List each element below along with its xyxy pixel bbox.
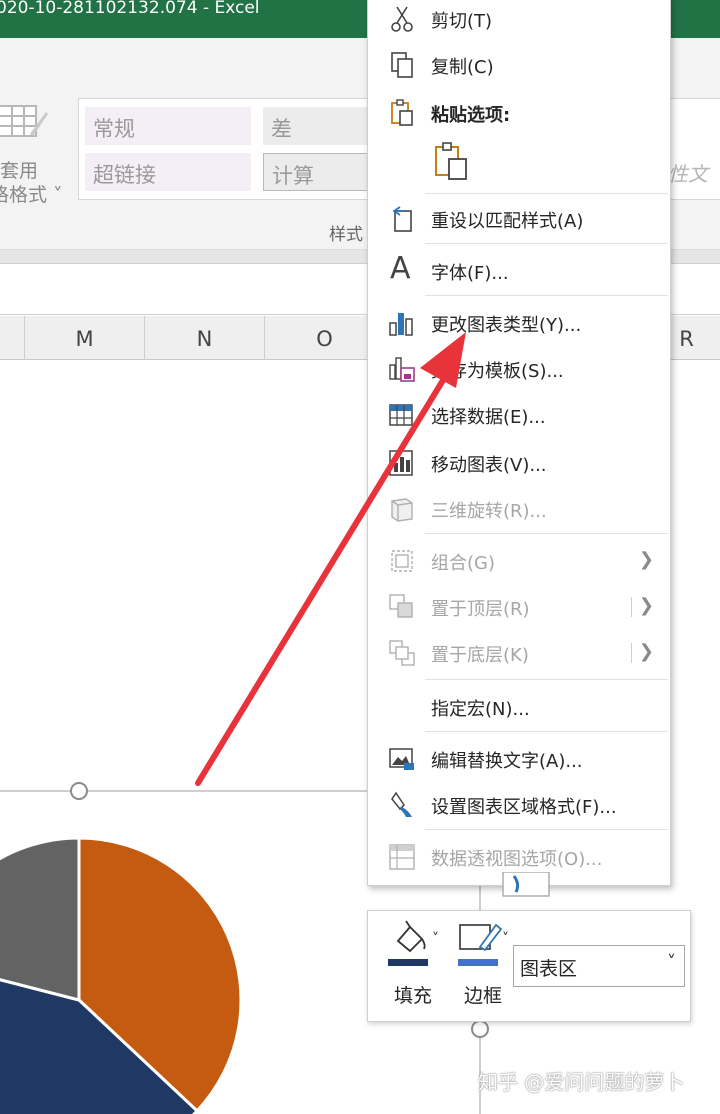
split-divider (631, 597, 632, 617)
menu-separator (425, 731, 668, 732)
menu-item-label: 粘贴选项: (431, 105, 511, 126)
window-title: 020-10-281102132.074 - Excel (0, 0, 260, 18)
menu-item-cut[interactable]: 剪切(T) (368, 0, 670, 41)
menu-item-label: 组合(G) (431, 553, 495, 574)
menu-separator (425, 243, 668, 244)
style-bad[interactable]: 差 (263, 107, 379, 145)
submenu-chevron-icon: ❯ (638, 595, 654, 616)
save-template-icon (389, 357, 415, 382)
menu-item-label: 剪切(T) (431, 11, 493, 32)
menu-item-bring-front[interactable]: 置于顶层(R) ❯ (368, 585, 670, 629)
menu-item-move-chart[interactable]: 移动图表(V)... (368, 441, 670, 485)
send-back-icon (389, 640, 415, 666)
bring-front-icon (389, 594, 413, 618)
chart-element-select[interactable]: 图表区 ˅ (513, 945, 685, 987)
menu-item-edit-alt-text[interactable]: 编辑替换文字(A)... (368, 737, 670, 781)
chart-resize-handle-right[interactable] (471, 1020, 489, 1038)
scissors-icon (391, 6, 413, 32)
menu-item-label: 置于底层(K) (431, 645, 529, 666)
menu-item-3d-rotation[interactable]: 三维旋转(R)... (368, 487, 670, 531)
3d-rotation-icon (391, 498, 413, 522)
menu-item-format-chart-area[interactable]: 设置图表区域格式(F)... (368, 783, 670, 827)
menu-item-label: 指定宏(N)... (431, 699, 530, 720)
table-format-label-2[interactable]: 格格式 ˅ (0, 180, 63, 207)
menu-item-label: 选择数据(E)... (431, 407, 546, 428)
format-mini-toolbar: ˅ 填充 ˅ 边框 图表区 ˅ (367, 910, 691, 1022)
chart-type-icon (389, 313, 413, 336)
menu-item-assign-macro[interactable]: 指定宏(N)... (368, 685, 670, 729)
menu-item-label: 重设以匹配样式(A) (431, 211, 584, 232)
column-header-o[interactable]: O (264, 316, 384, 360)
format-as-table-icon[interactable] (0, 104, 48, 140)
menu-item-label: 数据透视图选项(O)... (431, 849, 603, 870)
copy-icon (391, 52, 413, 78)
menu-item-label: 移动图表(V)... (431, 455, 547, 476)
menu-item-label: 另存为模板(S)... (431, 361, 564, 382)
table-format-label[interactable]: 套用 (0, 156, 38, 183)
chevron-down-icon: ˅ (667, 952, 676, 973)
fill-button[interactable]: ˅ 填充 (388, 919, 450, 1015)
cell-styles-gallery: 常规 差 超链接 计算 (78, 98, 379, 200)
menu-item-group[interactable]: 组合(G) ❯ (368, 539, 670, 583)
border-color-swatch (458, 959, 498, 966)
context-menu: 剪切(T) 复制(C) 粘贴选项: 重设以匹配样式(A) A 字体(F)... (367, 0, 671, 886)
menu-separator (425, 533, 668, 534)
chart-element-value: 图表区 (520, 958, 578, 980)
menu-item-save-template[interactable]: 另存为模板(S)... (368, 347, 670, 391)
menu-separator (425, 829, 668, 830)
pie-slice-3[interactable] (0, 836, 81, 1002)
pie-slices (0, 836, 243, 1114)
submenu-chevron-icon: ❯ (638, 549, 654, 570)
alt-text-icon (389, 748, 414, 770)
border-button[interactable]: ˅ 边框 (458, 919, 520, 1015)
style-hyperlink[interactable]: 超链接 (85, 153, 251, 191)
menu-separator (425, 193, 668, 194)
menu-item-reset-style[interactable]: 重设以匹配样式(A) (368, 197, 670, 241)
menu-item-font[interactable]: A 字体(F)... (368, 249, 670, 293)
pivot-chart-options-icon (389, 844, 415, 870)
fill-label: 填充 (393, 985, 432, 1007)
fill-color-swatch (388, 959, 428, 966)
menu-item-label: 更改图表类型(Y)... (431, 315, 582, 336)
menu-item-label: 编辑替换文字(A)... (431, 751, 583, 772)
column-header-n[interactable]: N (144, 316, 264, 360)
svg-text:˅: ˅ (502, 931, 509, 947)
border-label: 边框 (463, 985, 502, 1007)
menu-item-label: 设置图表区域格式(F)... (431, 797, 617, 818)
menu-item-label: 字体(F)... (431, 263, 509, 284)
menu-separator (425, 295, 668, 296)
style-normal[interactable]: 常规 (85, 107, 251, 145)
style-calculation[interactable]: 计算 (263, 153, 379, 191)
format-chart-area-icon (391, 791, 412, 817)
svg-text:˅: ˅ (432, 931, 439, 947)
menu-item-change-chart-type[interactable]: 更改图表类型(Y)... (368, 301, 670, 345)
menu-separator (425, 679, 668, 680)
menu-item-send-back[interactable]: 置于底层(K) ❯ (368, 631, 670, 675)
chart-resize-handle-top[interactable] (70, 782, 88, 800)
column-header-m[interactable]: M (24, 316, 144, 360)
split-divider (631, 643, 632, 663)
menu-item-copy[interactable]: 复制(C) (368, 43, 670, 87)
font-icon: A (390, 251, 411, 286)
move-chart-icon (389, 450, 413, 476)
menu-item-paste-options: 粘贴选项: (368, 91, 670, 135)
reset-style-icon (392, 206, 412, 232)
styles-group-label: 样式 (329, 225, 363, 245)
paste-icon (391, 99, 413, 126)
chart-styles-button[interactable] (502, 872, 550, 898)
paste-keep-format-icon[interactable] (432, 141, 472, 181)
submenu-chevron-icon: ❯ (638, 641, 654, 662)
menu-item-label: 三维旋转(R)... (431, 501, 547, 522)
select-data-icon (389, 404, 413, 426)
menu-item-label: 置于顶层(R) (431, 599, 530, 620)
menu-item-select-data[interactable]: 选择数据(E)... (368, 393, 670, 437)
watermark: 知乎 @爱问问题的萝卜 (478, 1070, 685, 1094)
group-icon (391, 550, 413, 572)
menu-item-label: 复制(C) (431, 57, 494, 78)
